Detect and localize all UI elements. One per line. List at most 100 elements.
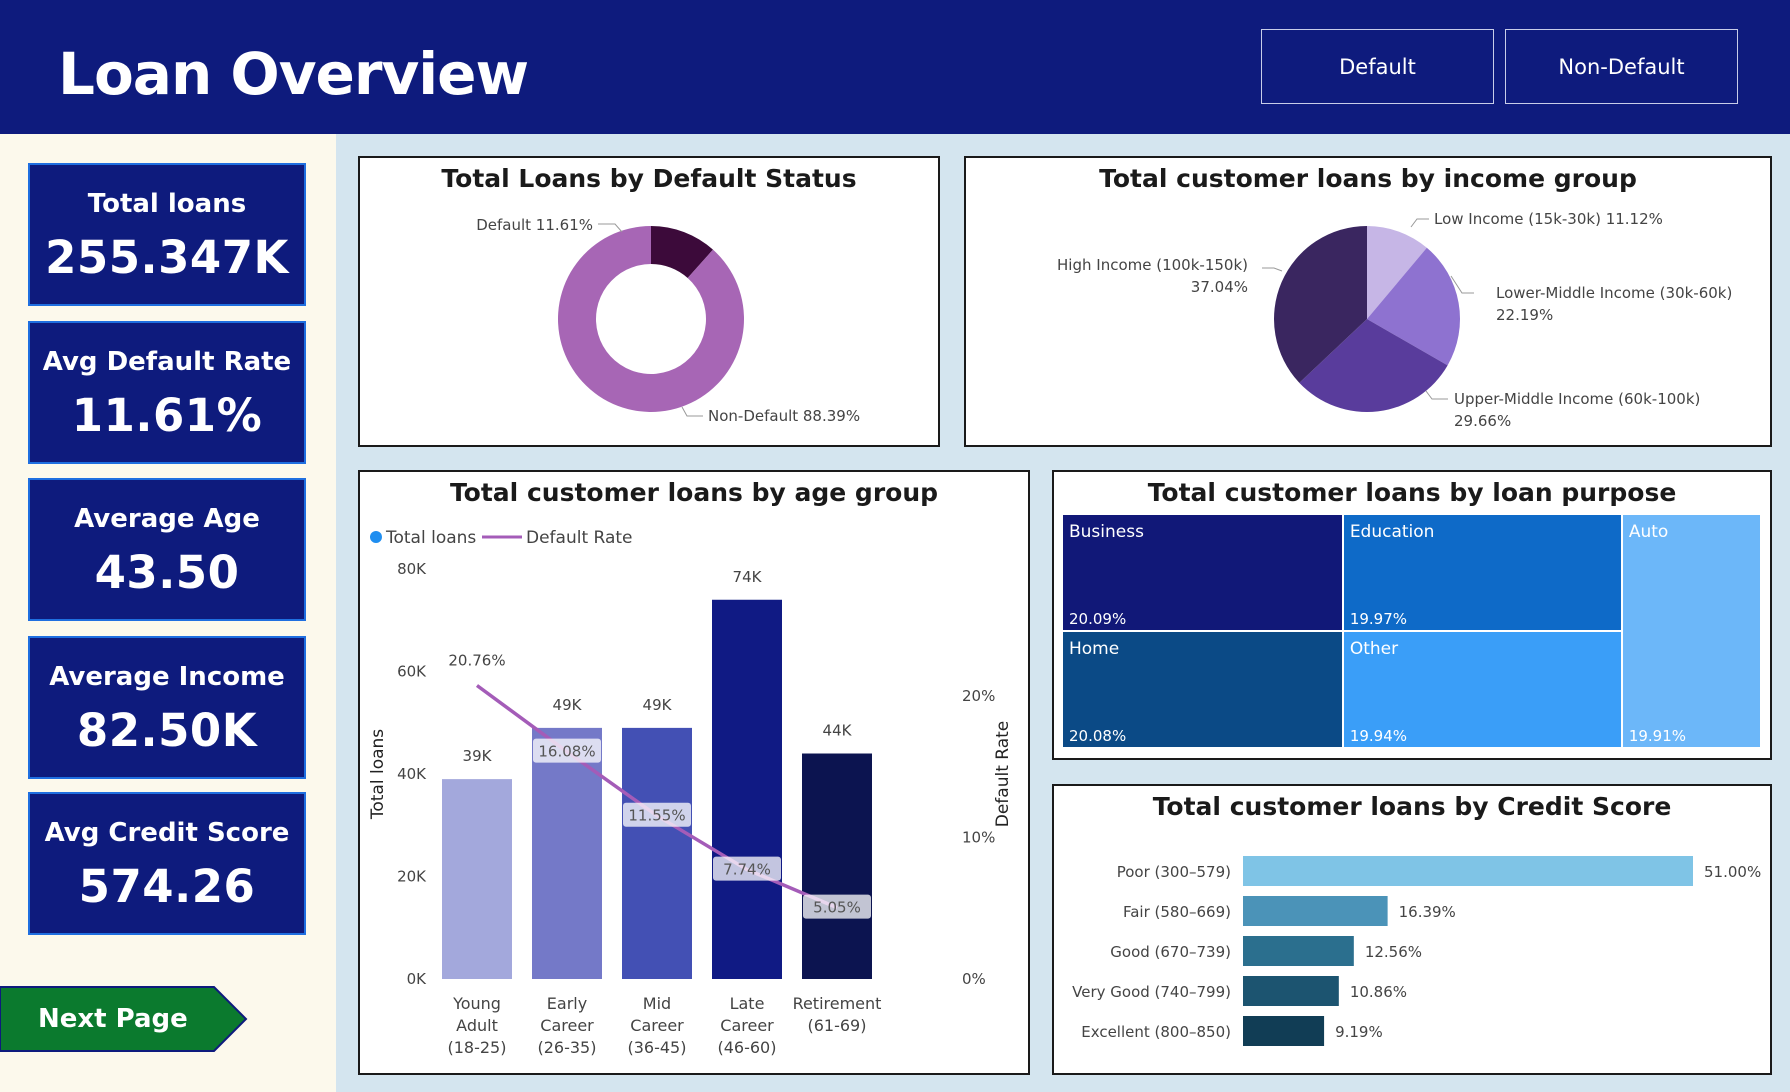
slice-label-default: Default 11.61% xyxy=(476,216,593,234)
x-category-label: Career xyxy=(540,1016,594,1035)
kpi-card-average-age: Average Age 43.50 xyxy=(28,478,306,621)
treemap-cell-name: Home xyxy=(1069,639,1120,660)
kpi-value: 82.50K xyxy=(76,704,258,757)
credit-bar-2 xyxy=(1243,936,1354,966)
donut-slice-non-default xyxy=(558,226,744,412)
income-group-pie-chart: Low Income (15k-30k) 11.12% Lower-Middle … xyxy=(1057,210,1732,430)
y-tick-label: 40K xyxy=(397,765,427,783)
bar-value-label: 44K xyxy=(823,722,853,740)
kpi-card-average-income: Average Income 82.50K xyxy=(28,636,306,779)
age-group-combo-chart: Total loans Default Rate 0K 20K 40K 60K 80K 0% 1… xyxy=(368,528,1013,1057)
y2-tick-label: 0% xyxy=(962,970,986,988)
x-category-label: (36-45) xyxy=(628,1038,687,1057)
leader-line xyxy=(1425,390,1448,400)
treemap-cell-other: Other 19.94% xyxy=(1343,632,1621,747)
legend-label-total-loans: Total loans xyxy=(385,528,476,548)
age-group-panel: Total loans Default Rate 0K 20K 40K 60K 80K 0% 1… xyxy=(358,470,1030,1075)
credit-score-panel: 51.00% Poor (300–579) 16.39% Fair (580–669)… xyxy=(1052,784,1772,1075)
line-value-label: 5.05% xyxy=(813,899,861,917)
kpi-label: Average Age xyxy=(74,504,260,534)
x-category-label: (61-69) xyxy=(808,1016,867,1035)
y-tick-label: 80K xyxy=(397,560,427,578)
bar-value-label: 74K xyxy=(733,568,763,586)
x-category-label: Retirement xyxy=(793,994,882,1013)
slice-label-3: High Income (100k-150k) xyxy=(1057,256,1248,274)
bar-4 xyxy=(802,753,872,979)
bar-2 xyxy=(622,727,692,979)
treemap-cell-home: Home 20.08% xyxy=(1063,632,1342,747)
treemap-cell-value: 19.91% xyxy=(1628,727,1687,745)
header-bar: Loan Overview Default Non-Default xyxy=(0,0,1790,134)
credit-bar-value-label: 51.00% xyxy=(1704,863,1761,881)
credit-category-label: Very Good (740–799) xyxy=(1072,983,1231,1001)
treemap-cell-value: 19.97% xyxy=(1349,610,1408,629)
chart-title: Total customer loans by age group xyxy=(449,478,939,507)
credit-category-label: Fair (580–669) xyxy=(1123,903,1231,921)
slice-label-3: 37.04% xyxy=(1191,278,1248,296)
slice-label-0: Low Income (15k-30k) 11.12% xyxy=(1434,210,1663,228)
y2-tick-label: 10% xyxy=(962,829,995,847)
bar-value-label: 49K xyxy=(643,696,673,714)
bar-0 xyxy=(442,779,512,979)
x-category-label: (46-60) xyxy=(718,1038,777,1057)
treemap-cell-value: 20.09% xyxy=(1069,610,1127,629)
treemap-cell-name: Other xyxy=(1349,639,1399,660)
next-page-label: Next Page xyxy=(38,1004,188,1034)
kpi-label: Avg Credit Score xyxy=(44,818,290,848)
credit-bar-value-label: 16.39% xyxy=(1399,903,1456,921)
credit-bar-value-label: 9.19% xyxy=(1335,1023,1383,1041)
treemap-cell-value: 20.08% xyxy=(1069,726,1127,745)
legend-dot-total-loans xyxy=(370,531,382,543)
leader-line xyxy=(681,406,703,417)
credit-bar-1 xyxy=(1243,896,1388,926)
kpi-label: Avg Default Rate xyxy=(42,347,292,377)
default-filter-button[interactable]: Default xyxy=(1261,29,1494,104)
chart-title: Total customer loans by loan purpose xyxy=(1147,478,1677,507)
treemap-cell-business: Business 20.09% xyxy=(1063,515,1342,631)
x-category-label: Adult xyxy=(456,1016,498,1035)
bar-3 xyxy=(712,599,782,979)
x-category-label: Career xyxy=(630,1016,684,1035)
default-status-donut-chart: Default 11.61% Non-Default 88.39% xyxy=(476,216,860,425)
y-axis-title: Total loans xyxy=(368,729,388,820)
y-tick-label: 60K xyxy=(397,663,427,681)
credit-category-label: Good (670–739) xyxy=(1110,943,1231,961)
credit-category-label: Poor (300–579) xyxy=(1117,863,1231,881)
kpi-card-avg-default-rate: Avg Default Rate 11.61% xyxy=(28,321,306,464)
treemap-cell-education: Education 19.97% xyxy=(1343,515,1621,631)
x-category-label: Late xyxy=(730,994,765,1013)
treemap-cell-auto: Auto 19.91% xyxy=(1622,515,1760,747)
non-default-filter-button[interactable]: Non-Default xyxy=(1505,29,1738,104)
x-category-label: Mid xyxy=(643,994,671,1013)
slice-label-2: 29.66% xyxy=(1454,412,1511,430)
kpi-value: 11.61% xyxy=(71,389,263,442)
slice-label-2: Upper-Middle Income (60k-100k) xyxy=(1454,390,1700,408)
credit-category-label: Excellent (800–850) xyxy=(1081,1023,1231,1041)
y2-tick-label: 20% xyxy=(962,687,995,705)
slice-label-non-default: Non-Default 88.39% xyxy=(708,407,860,425)
credit-bar-4 xyxy=(1243,1016,1325,1046)
bar-1 xyxy=(532,727,602,979)
line-value-label: 16.08% xyxy=(538,743,595,761)
x-category-label: Young xyxy=(452,994,501,1013)
x-category-label: Early xyxy=(547,994,587,1013)
x-category-label: (26-35) xyxy=(538,1038,597,1057)
bar-value-label: 39K xyxy=(463,747,493,765)
next-page-button[interactable]: Next Page xyxy=(0,985,248,1053)
page-title: Loan Overview xyxy=(58,40,529,108)
treemap-cell-name: Business xyxy=(1069,522,1144,542)
leader-line xyxy=(598,223,623,233)
credit-bar-0 xyxy=(1243,856,1693,886)
y-tick-label: 20K xyxy=(397,868,427,886)
chart-title: Total Loans by Default Status xyxy=(441,164,857,193)
line-value-label: 20.76% xyxy=(448,651,505,669)
line-value-label: 7.74% xyxy=(723,861,771,879)
treemap-cell-name: Auto xyxy=(1628,522,1669,542)
line-value-label: 11.55% xyxy=(628,807,685,825)
kpi-value: 574.26 xyxy=(78,860,256,913)
kpi-card-total-loans: Total loans 255.347K xyxy=(28,163,306,306)
chart-title: Total customer loans by income group xyxy=(1099,164,1637,193)
y2-axis-title: Default Rate xyxy=(993,721,1013,828)
kpi-card-avg-credit-score: Avg Credit Score 574.26 xyxy=(28,792,306,935)
loan-purpose-panel: Total customer loans by loan purpose Bus… xyxy=(1052,470,1772,760)
